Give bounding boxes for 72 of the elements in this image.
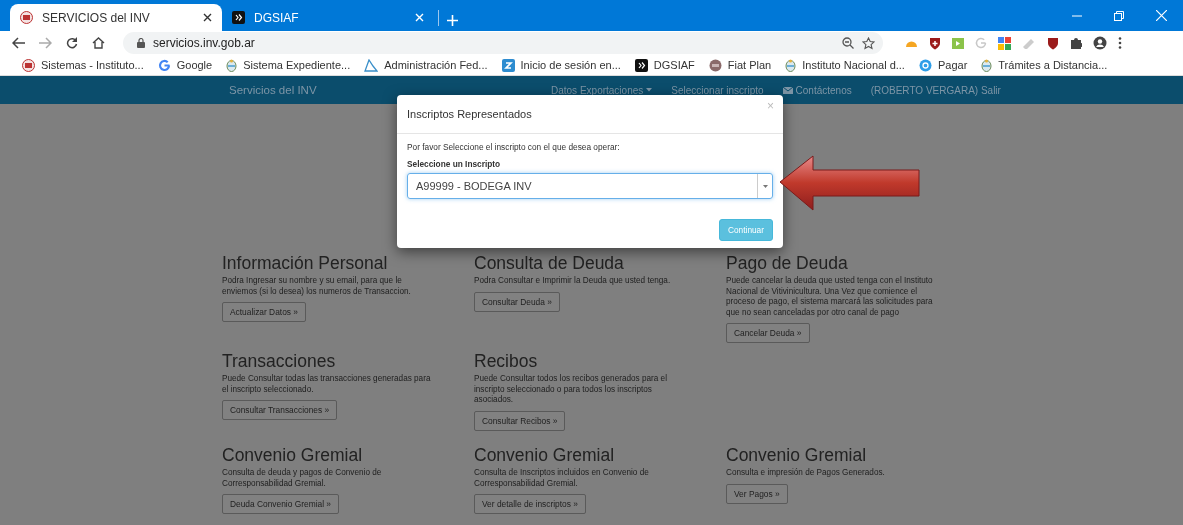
emblem-icon (981, 58, 993, 72)
action-button[interactable]: Consultar Recibos » (474, 410, 566, 431)
section-description: Puede cancelar la deuda que usted tenga con el Instituto Nacional de Vitivinicultura. Una Vez que comience el proceso de pago, el sistema marcará las solicitudes para que no sean canceladas por otro canal de pago (726, 276, 934, 318)
colored-squares-icon[interactable] (998, 36, 1011, 50)
bookmark[interactable]: DGSIAF (634, 58, 695, 72)
section-title: Convenio Gremial (726, 445, 867, 465)
section-title: Convenio Gremial (222, 445, 363, 465)
emblem-icon (226, 58, 238, 72)
action-button[interactable]: Cancelar Deuda » (726, 323, 810, 343)
site-brand[interactable]: Servicios del INV (229, 84, 551, 96)
section-description: Podra Ingresar su nombre y su email, para que le enviemos (si lo desea) los numeros de Transaccion. (222, 276, 412, 297)
close-icon[interactable] (203, 13, 212, 22)
google-g-icon (157, 58, 171, 72)
section-description: Consulta e impresión de Pagos Generados. (726, 468, 886, 479)
bookmark[interactable]: Sistemas - Instituto... (22, 58, 144, 72)
browser-tab[interactable]: SERVICIOS del INV (10, 4, 222, 31)
puzzle-icon[interactable] (1070, 37, 1082, 49)
account-icon[interactable] (1093, 36, 1107, 50)
nav-link[interactable]: (ROBERTO VERGARA) Salir (870, 84, 1001, 96)
section-title: Recibos (474, 351, 538, 371)
shield-icon[interactable] (929, 36, 941, 50)
new-tab-icon[interactable] (447, 15, 458, 26)
emblem-icon (785, 58, 797, 72)
bookmark[interactable]: Pagar (918, 58, 968, 72)
nav-dropdown[interactable]: Datos Exportaciones (551, 84, 653, 96)
section-description: Podra Consultar e Imprimir la Deuda que usted tenga. (474, 276, 672, 287)
section-description: Consulta de deuda y pagos de Convenio de Corresponsabilidad Gremial. (222, 468, 383, 489)
bookmark[interactable]: Instituto Nacional d... (785, 58, 905, 72)
reload-icon[interactable] (66, 37, 78, 49)
section-title: Consulta de Deuda (474, 253, 624, 273)
lock-icon (137, 38, 145, 48)
caret-icon (762, 184, 768, 188)
back-icon[interactable] (12, 37, 25, 49)
star-icon[interactable] (862, 36, 875, 50)
action-button[interactable]: Ver Pagos » (726, 483, 788, 504)
select-field[interactable]: A99999 - BODEGA INV (407, 173, 773, 199)
action-button[interactable]: Deuda Convenio Gremial » (222, 494, 340, 514)
bookmark[interactable]: Google (157, 58, 213, 72)
nav-link[interactable]: Seleccionar inscripto (671, 84, 764, 96)
browser-tab[interactable]: DGSIAF (222, 4, 434, 31)
envelope-icon (782, 86, 793, 94)
home-icon[interactable] (92, 37, 105, 49)
section-description: Consulta de Inscriptos incluidos en Convenio de Corresponsabilidad Gremial. (474, 468, 650, 489)
section-description: Puede Consultar todas las transacciones generadas para el inscripto seleccionado. (222, 374, 432, 395)
section-title: Pago de Deuda (726, 253, 848, 273)
bookmark[interactable]: Fiat Plan (708, 58, 772, 72)
menu-icon[interactable] (1118, 37, 1122, 49)
section-description: Puede Consultar todos los recibos generados para el inscripto seleccionado o para todos los inscriptos asociados. (474, 374, 668, 406)
address-bar[interactable]: servicios.inv.gob.ar (123, 32, 883, 54)
nav-link[interactable]: Contáctenos (782, 84, 852, 96)
section-title: Información Personal (222, 253, 388, 273)
bookmark[interactable]: Trámites a Distancia... (981, 58, 1108, 72)
field-label: Seleccione un Inscripto (407, 159, 502, 169)
action-button[interactable]: Consultar Transacciones » (222, 400, 338, 420)
bookmark[interactable]: Sistema Expediente... (226, 58, 351, 72)
logo-icon (20, 11, 33, 24)
bookmark[interactable]: Inicio de sesión en... (501, 58, 621, 72)
modal-prompt: Por favor Seleccione el inscripto con el que desea operar: (407, 142, 621, 152)
action-button[interactable]: Actualizar Datos » (222, 302, 306, 322)
triangle-icon (364, 58, 379, 72)
shield-icon[interactable] (1047, 36, 1059, 50)
zoom-out-icon[interactable] (842, 37, 854, 49)
coin-icon (918, 58, 932, 72)
section-title: Transacciones (222, 351, 336, 371)
z-icon (501, 58, 515, 72)
section-title: Convenio Gremial (474, 445, 615, 465)
bookmark[interactable]: Administración Fed... (364, 58, 488, 72)
modal-title: Inscriptos Representados (407, 108, 532, 120)
logo-icon (22, 58, 35, 72)
action-button[interactable]: Consultar Deuda » (474, 291, 560, 312)
caret-icon (646, 88, 653, 92)
action-button[interactable]: Ver detalle de inscriptos » (474, 494, 586, 514)
